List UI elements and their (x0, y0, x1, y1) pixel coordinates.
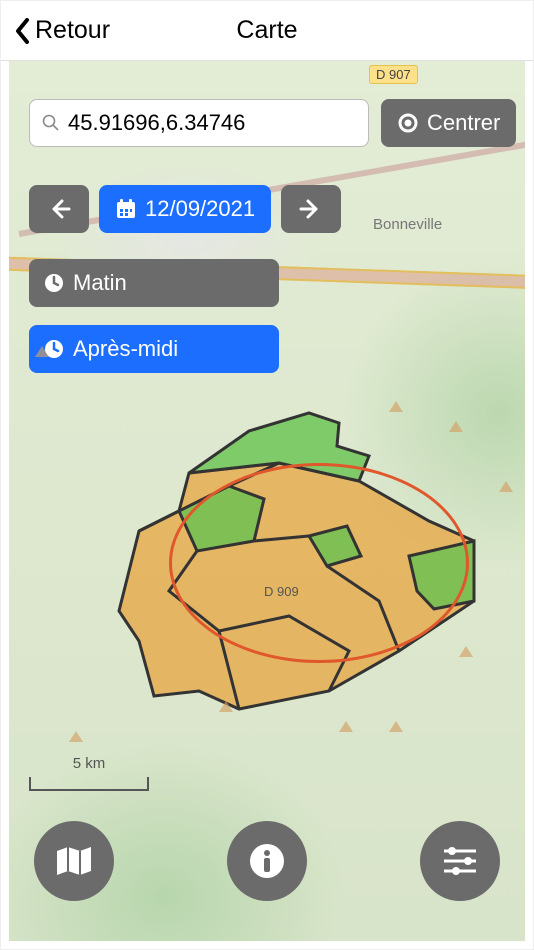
search-icon (42, 114, 60, 132)
peak-icon (449, 421, 463, 432)
map-canvas[interactable]: D 907 Bonneville Foron D 909 Centrer (9, 61, 525, 941)
peak-icon (499, 481, 513, 492)
peak-icon (219, 701, 233, 712)
afternoon-button[interactable]: Après-midi (29, 325, 279, 373)
info-icon (247, 841, 287, 881)
back-label: Retour (35, 16, 110, 45)
settings-fab[interactable] (420, 821, 500, 901)
afternoon-row: Après-midi (29, 325, 279, 373)
back-button[interactable]: Retour (13, 16, 110, 45)
date-row: 12/09/2021 (29, 185, 341, 233)
date-label: 12/09/2021 (145, 196, 255, 222)
scale-label: 5 km (31, 755, 147, 772)
morning-row: Matin (29, 259, 279, 307)
prev-date-button[interactable] (29, 185, 89, 233)
arrow-left-icon (47, 197, 71, 221)
date-picker-button[interactable]: 12/09/2021 (99, 185, 271, 233)
chevron-left-icon (13, 17, 31, 45)
afternoon-label: Après-midi (73, 336, 178, 362)
center-button[interactable]: Centrer (381, 99, 516, 147)
focus-circle (169, 463, 469, 663)
peak-icon (389, 721, 403, 732)
road-label: D 907 (369, 65, 418, 84)
calendar-icon (115, 198, 137, 220)
coords-input[interactable] (68, 110, 356, 136)
scale-bar: 5 km (29, 777, 149, 791)
page-title: Carte (236, 16, 297, 45)
peak-icon (459, 646, 473, 657)
next-date-button[interactable] (281, 185, 341, 233)
morning-label: Matin (73, 270, 127, 296)
sliders-icon (440, 843, 480, 879)
clock-icon (43, 272, 65, 294)
peak-icon (339, 721, 353, 732)
zones-overlay: D 909 (79, 391, 479, 721)
map-icon (54, 843, 94, 879)
search-input-wrapper[interactable] (29, 99, 369, 147)
morning-button[interactable]: Matin (29, 259, 279, 307)
arrow-right-icon (299, 197, 323, 221)
center-label: Centrer (427, 110, 500, 136)
peak-icon (69, 731, 83, 742)
layers-fab[interactable] (34, 821, 114, 901)
target-icon (397, 112, 419, 134)
info-fab[interactable] (227, 821, 307, 901)
peak-icon (389, 401, 403, 412)
search-row: Centrer (29, 99, 505, 147)
city-label: Bonneville (373, 216, 442, 233)
peak-icon (35, 346, 49, 357)
header: Retour Carte (1, 1, 533, 61)
